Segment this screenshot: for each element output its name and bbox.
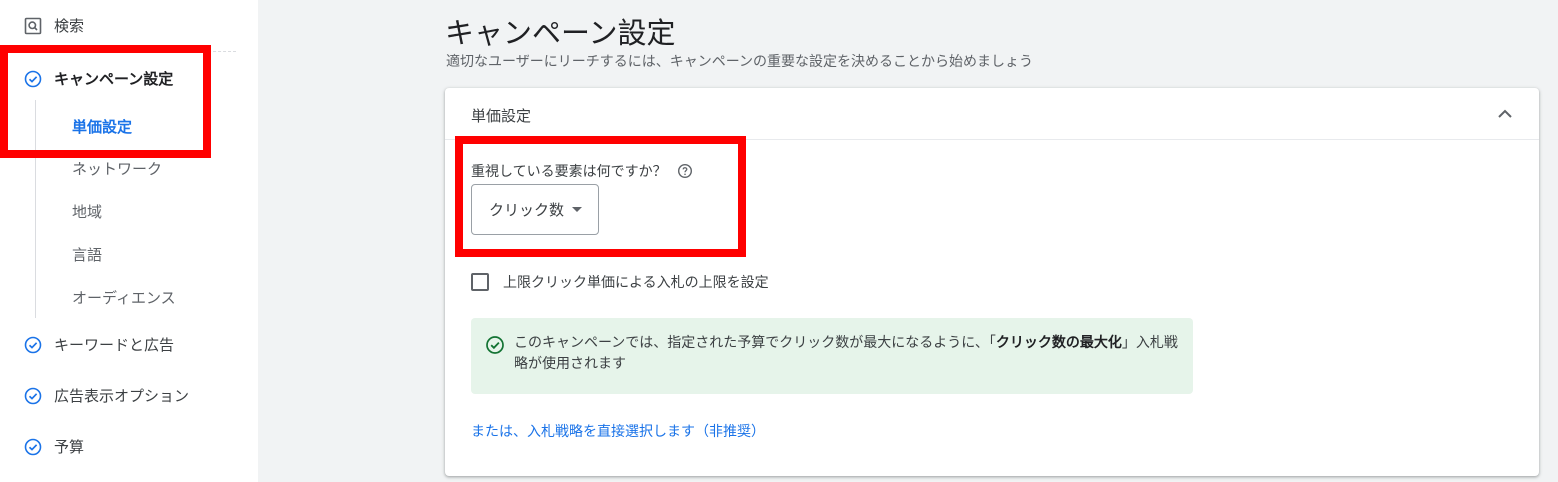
max-cpc-limit-checkbox[interactable]: [471, 273, 489, 291]
sidebar-subitem-location[interactable]: 地域: [72, 201, 102, 222]
max-cpc-limit-label: 上限クリック単価による入札の上限を設定: [503, 275, 769, 291]
page-title: キャンペーン設定: [445, 16, 676, 50]
info-text-strategy: クリック数の最大化: [995, 335, 1122, 351]
card-title: 単価設定: [471, 107, 532, 125]
sidebar-subitem-language[interactable]: 言語: [72, 244, 102, 265]
highlight-box-sidebar: [0, 45, 211, 158]
sidebar-item-search[interactable]: 検索: [24, 15, 84, 36]
sidebar-item-keywords-ads[interactable]: キーワードと広告: [24, 334, 174, 355]
check-circle-icon: [24, 438, 42, 456]
sidebar-item-budget[interactable]: 予算: [24, 436, 84, 457]
direct-strategy-link[interactable]: または、入札戦略を直接選択します（非推奨）: [471, 421, 765, 441]
check-circle-icon: [24, 336, 42, 354]
info-text-before: このキャンペーンでは、指定された予算でクリック数が最大になるように、「: [514, 335, 996, 351]
sidebar-item-label: キーワードと広告: [54, 336, 175, 354]
page-subtitle: 適切なユーザーにリーチするには、キャンペーンの重要な設定を決めることから始めまし…: [446, 54, 1034, 70]
sidebar-subitem-network[interactable]: ネットワーク: [72, 158, 162, 179]
check-circle-icon: [485, 335, 505, 355]
card-header[interactable]: 単価設定: [445, 88, 1539, 140]
highlight-box-focus: [455, 136, 746, 257]
sidebar-item-label: 検索: [54, 17, 85, 35]
check-circle-icon: [24, 387, 42, 405]
sidebar-item-label: 広告表示オプション: [54, 387, 190, 405]
strategy-info-text: このキャンペーンでは、指定された予算でクリック数が最大になるように、「クリック数…: [514, 333, 1184, 375]
strategy-info-box: このキャンペーンでは、指定された予算でクリック数が最大になるように、「クリック数…: [471, 318, 1193, 394]
chevron-up-icon[interactable]: [1493, 102, 1517, 126]
sidebar-subitem-audience[interactable]: オーディエンス: [72, 287, 176, 308]
sidebar-item-label: 予算: [54, 438, 85, 456]
max-cpc-limit-row: 上限クリック単価による入札の上限を設定: [471, 272, 769, 292]
search-icon: [24, 17, 42, 35]
sidebar-item-ad-extensions[interactable]: 広告表示オプション: [24, 385, 189, 406]
